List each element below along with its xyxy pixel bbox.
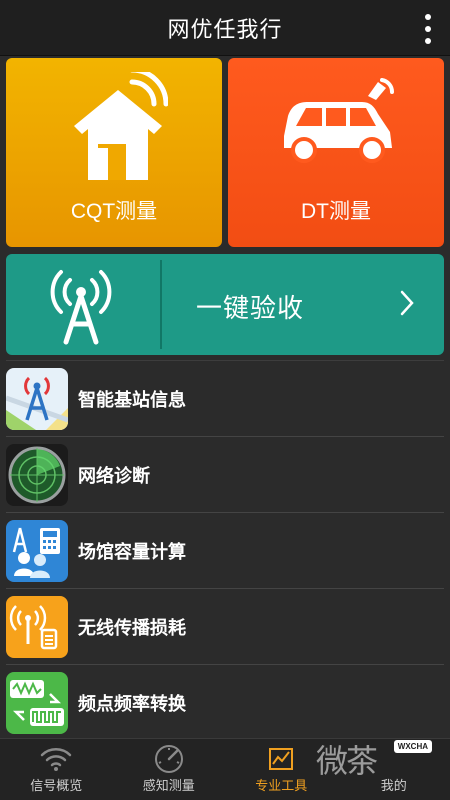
tab-perception-measure[interactable]: 感知测量 [113, 739, 226, 800]
tab-signal-overview[interactable]: 信号概览 [0, 739, 113, 800]
app-header: 网优任我行 [0, 0, 450, 56]
tools-list: 智能基站信息 网络诊断 场馆容量计算 无线传播损耗 频点频率转换 [6, 360, 444, 740]
wireless-loss-icon [6, 595, 68, 658]
chevron-right-icon [400, 290, 414, 316]
list-item-label: 频点频率转换 [78, 693, 186, 715]
house-signal-icon [74, 72, 168, 180]
radar-icon [6, 443, 68, 506]
gauge-icon [154, 745, 183, 773]
list-item-base-station-info[interactable]: 智能基站信息 [6, 360, 444, 436]
van-signal-icon [284, 78, 395, 163]
list-item-label: 场馆容量计算 [78, 541, 186, 563]
watermark-badge: WXCHA [393, 740, 432, 753]
watermark-text: 微茶 [316, 742, 378, 780]
list-item-frequency-convert[interactable]: 频点频率转换 [6, 664, 444, 740]
one-key-accept-button[interactable]: 一键验收 [6, 254, 444, 355]
cqt-measure-tile[interactable]: CQT测量 [6, 58, 222, 247]
tab-label: 信号概览 [30, 779, 83, 794]
more-menu-icon[interactable] [422, 14, 434, 44]
page-title: 网优任我行 [167, 17, 283, 43]
list-item-label: 智能基站信息 [78, 389, 186, 411]
list-item-label: 网络诊断 [78, 465, 150, 487]
one-key-accept-label: 一键验收 [196, 294, 305, 324]
venue-capacity-icon [6, 519, 68, 582]
chart-tool-icon [269, 748, 294, 770]
tab-label: 感知测量 [142, 779, 195, 794]
tower-map-icon [6, 367, 68, 430]
list-item-venue-capacity[interactable]: 场馆容量计算 [6, 512, 444, 588]
antenna-tower-icon [50, 270, 112, 345]
divider [160, 260, 162, 349]
list-item-wireless-loss[interactable]: 无线传播损耗 [6, 588, 444, 664]
tab-label: 专业工具 [255, 779, 308, 794]
frequency-convert-icon [6, 671, 68, 734]
list-item-label: 无线传播损耗 [78, 617, 186, 639]
wifi-icon [41, 748, 72, 771]
dt-measure-tile[interactable]: DT测量 [228, 58, 444, 247]
watermark: 微茶 WXCHA [316, 736, 436, 780]
list-item-network-diagnosis[interactable]: 网络诊断 [6, 436, 444, 512]
dt-label: DT测量 [301, 200, 371, 223]
cqt-label: CQT测量 [70, 200, 158, 223]
